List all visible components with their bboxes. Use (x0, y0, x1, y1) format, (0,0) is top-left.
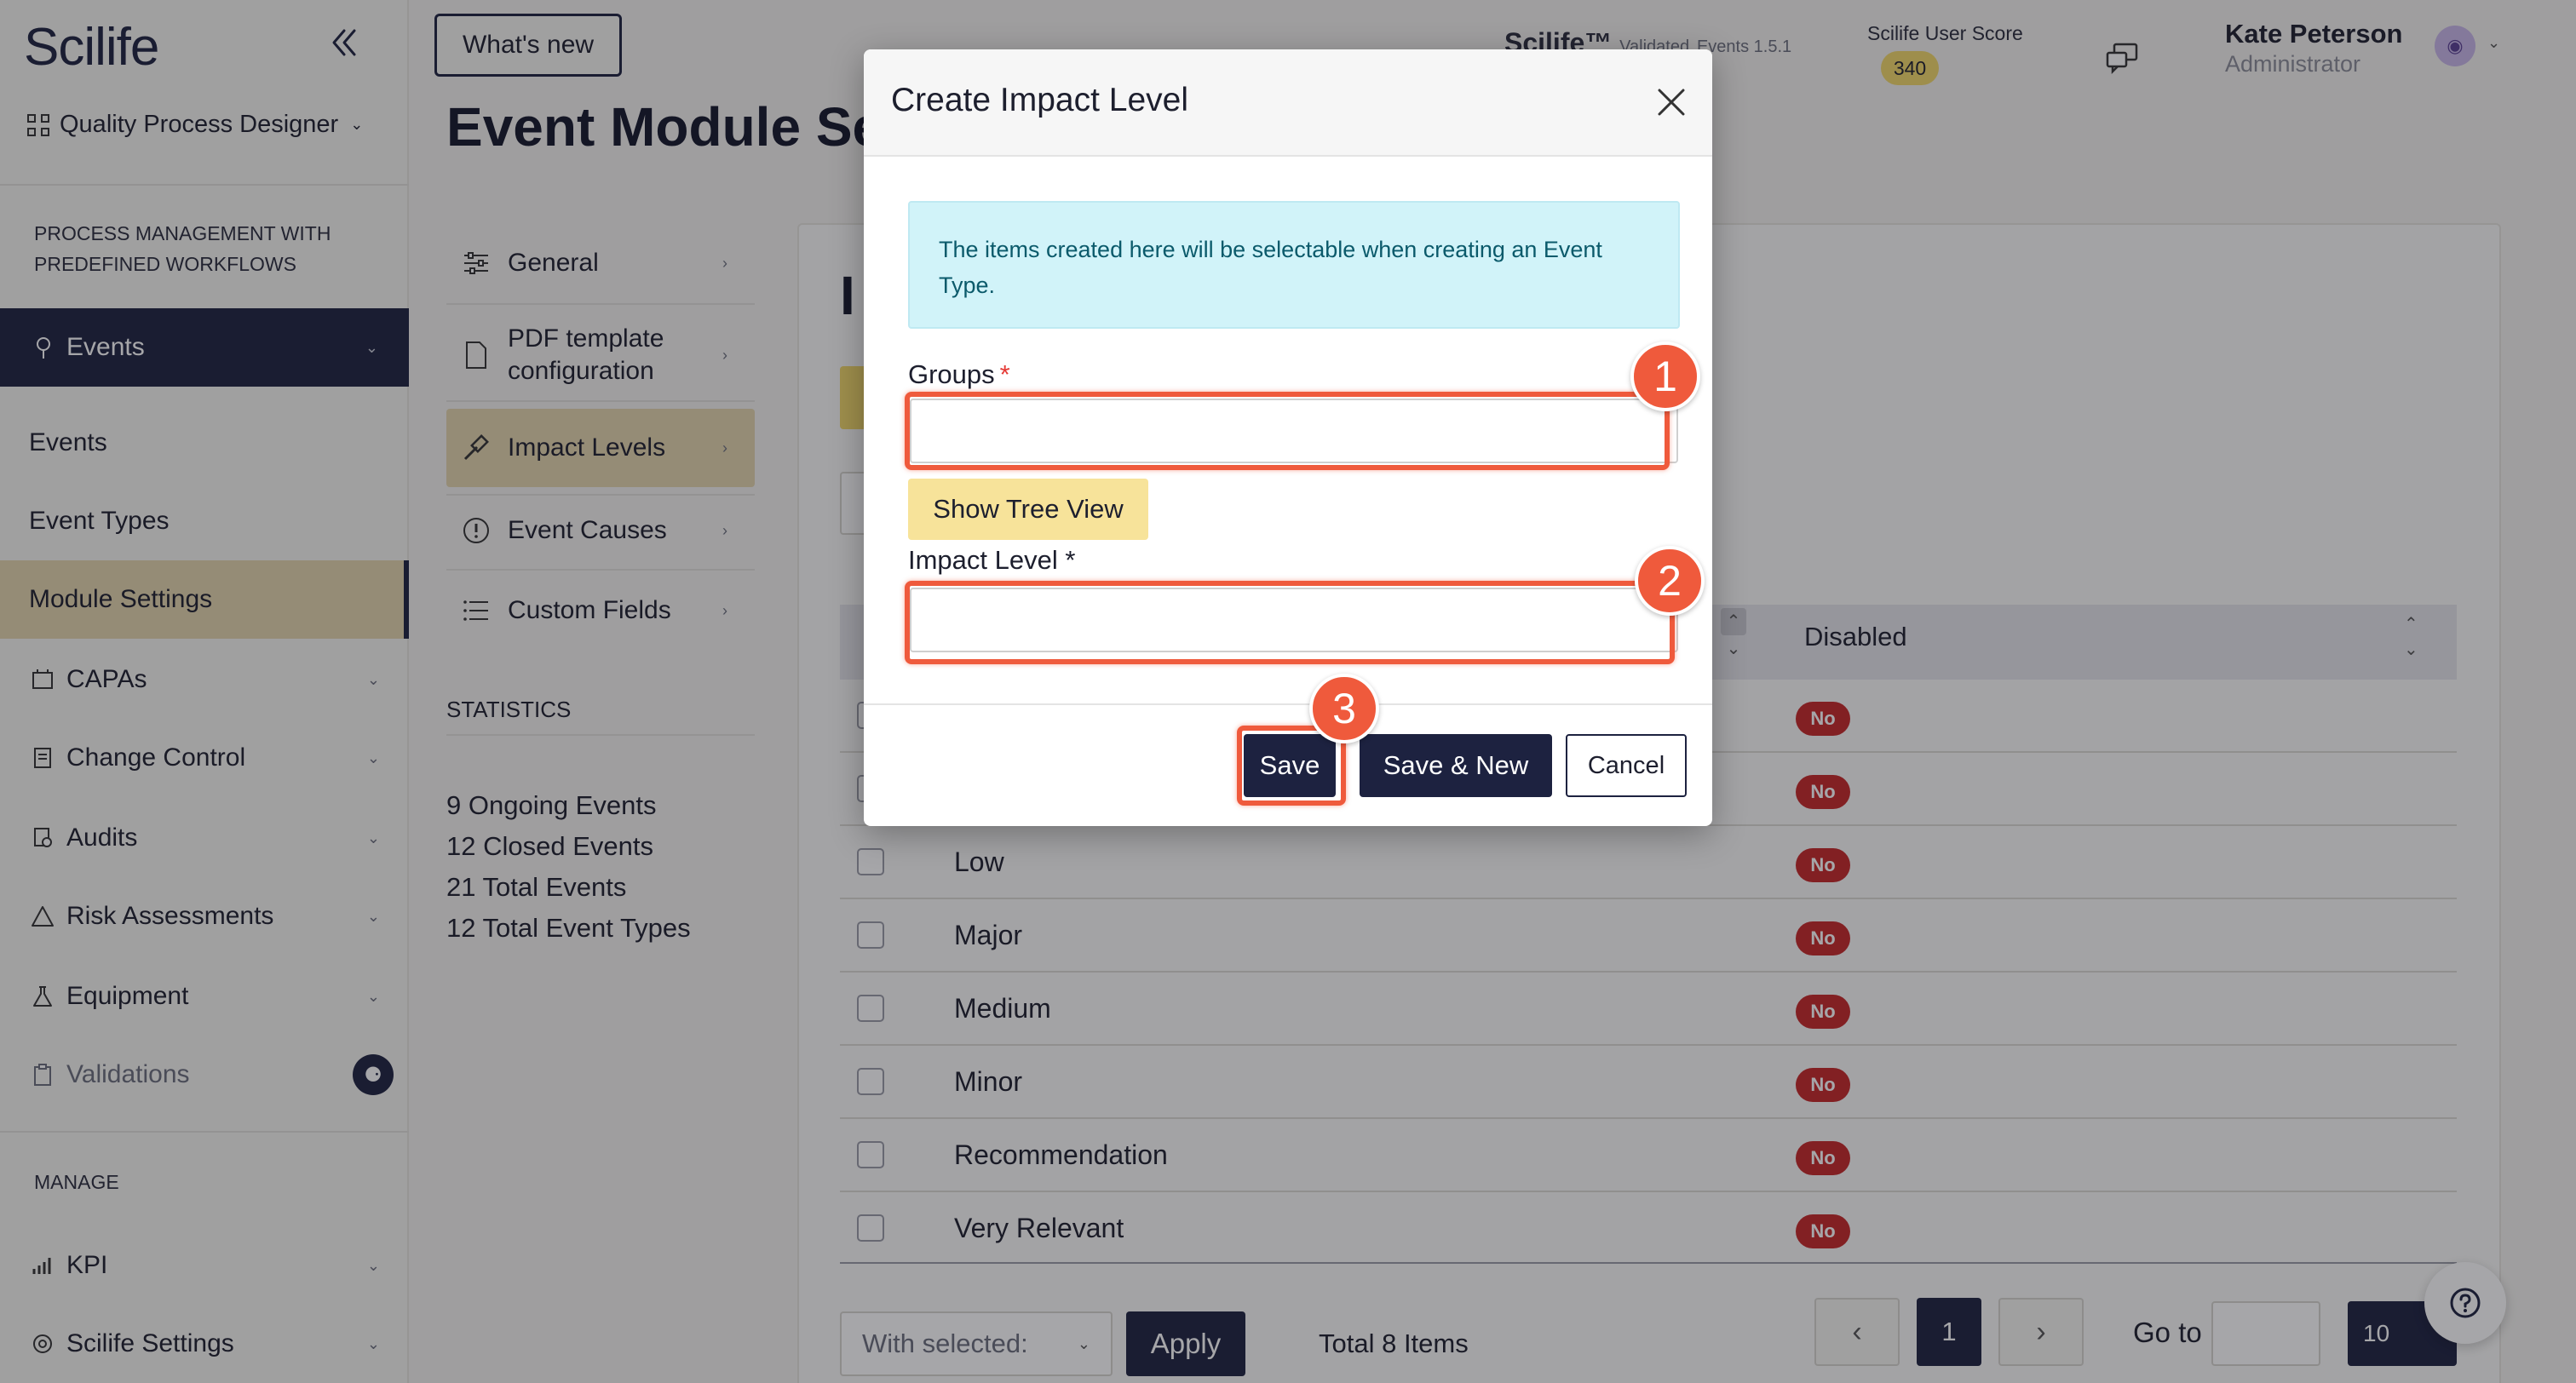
step-marker-1: 1 (1630, 341, 1700, 411)
highlight-impact-level-field (905, 581, 1675, 664)
groups-label-text: Groups (908, 359, 995, 389)
impact-level-label: Impact Level * (908, 545, 1076, 575)
required-marker: * (999, 359, 1010, 389)
modal-header: Create Impact Level (864, 49, 1712, 157)
step-marker-3: 3 (1309, 674, 1379, 743)
groups-label: Groups * (908, 359, 1010, 390)
show-tree-view-button[interactable]: Show Tree View (908, 479, 1148, 540)
info-message: The items created here will be selectabl… (908, 201, 1680, 329)
step-marker-2: 2 (1635, 546, 1705, 616)
highlight-groups-field (905, 392, 1670, 470)
modal-title: Create Impact Level (891, 82, 1189, 118)
cancel-button[interactable]: Cancel (1566, 734, 1687, 797)
divider (864, 703, 1712, 705)
save-and-new-button[interactable]: Save & New (1360, 734, 1552, 797)
close-icon[interactable] (1653, 83, 1690, 121)
